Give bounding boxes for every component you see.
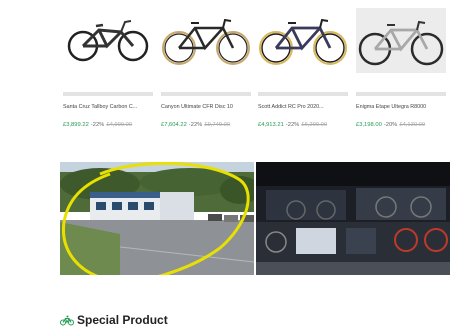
price-current: £4,913.21 [258,122,284,128]
price-current: £3,899.22 [63,122,89,128]
price-original: £4,999.00 [106,122,133,128]
product-title[interactable]: Enigma Etape Ultegra R8000 [356,104,448,110]
price-current: £3,198.00 [356,122,382,128]
product-card-1[interactable]: Santa Cruz Tallboy Carbon C... £3,899.22… [63,8,153,128]
product-image-canyon[interactable] [161,8,251,73]
bicycle-icon [60,315,74,325]
road-bike-icon [259,18,347,65]
product-divider [63,92,153,96]
product-card-3[interactable]: Scott Addict RC Pro 2020... £4,913.21 -22… [258,8,348,128]
product-card-2[interactable]: Canyon Ultimate CFR Disc 10 £7,604.22 -22… [161,8,251,128]
product-title[interactable]: Santa Cruz Tallboy Carbon C... [63,104,155,110]
price-original: £6,299.00 [301,122,328,128]
product-title[interactable]: Scott Addict RC Pro 2020... [258,104,350,110]
gravel-bike-icon [358,20,444,66]
product-image-scott[interactable] [258,8,348,73]
section-title: Special Product [77,313,168,327]
product-image-enigma[interactable] [356,8,446,73]
product-divider [258,92,348,96]
store-exterior-photo [60,162,254,275]
price-original: £4,130.00 [399,122,426,128]
product-price: £3,899.22 -22% £4,999.00 [63,122,132,128]
product-price: £4,913.21 -22% £6,299.00 [258,122,327,128]
price-discount: -22% [90,122,105,128]
price-discount: -22% [188,122,203,128]
product-price: £7,604.22 -22% £9,749.00 [161,122,230,128]
special-product-heading: Special Product [60,313,168,327]
product-divider [356,92,446,96]
product-title[interactable]: Canyon Ultimate CFR Disc 10 [161,104,253,110]
store-interior-photo [256,162,450,275]
road-bike-icon [162,18,250,65]
price-original: £9,749.00 [204,122,231,128]
product-price: £3,198.00 -20% £4,130.00 [356,122,425,128]
mountain-bike-icon [67,20,149,62]
product-card-4[interactable]: Enigma Etape Ultegra R8000 £3,198.00 -20%… [356,8,446,128]
price-current: £7,604.22 [161,122,187,128]
product-image-mtb[interactable] [63,8,153,73]
price-discount: -22% [285,122,300,128]
product-divider [161,92,251,96]
price-discount: -20% [383,122,398,128]
